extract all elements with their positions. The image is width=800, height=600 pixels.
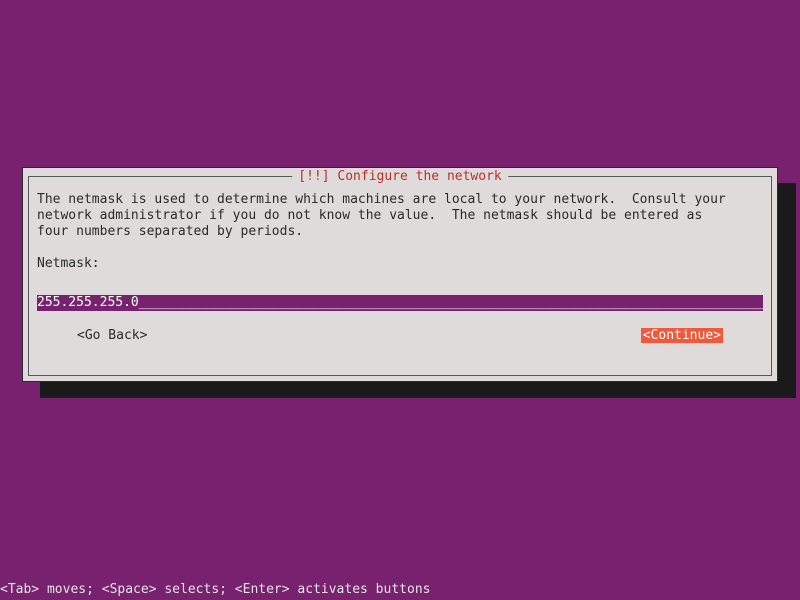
footer-hint: <Tab> moves; <Space> selects; <Enter> ac… [0, 582, 430, 597]
netmask-input[interactable]: 255.255.255.0___________________________… [37, 295, 763, 311]
dialog-title: [!!] Configure the network [292, 169, 508, 184]
help-text: The netmask is used to determine which m… [37, 192, 763, 240]
dialog-content: The netmask is used to determine which m… [37, 192, 763, 271]
buttons-row: <Go Back> <Continue> [37, 328, 763, 343]
input-fill: ________________________________________… [139, 295, 763, 310]
go-back-button[interactable]: <Go Back> [37, 328, 147, 343]
continue-button[interactable]: <Continue> [641, 328, 723, 343]
netmask-label: Netmask: [37, 256, 763, 271]
configure-network-dialog: [!!] Configure the network The netmask i… [22, 167, 778, 382]
netmask-value: 255.255.255.0 [37, 295, 139, 310]
